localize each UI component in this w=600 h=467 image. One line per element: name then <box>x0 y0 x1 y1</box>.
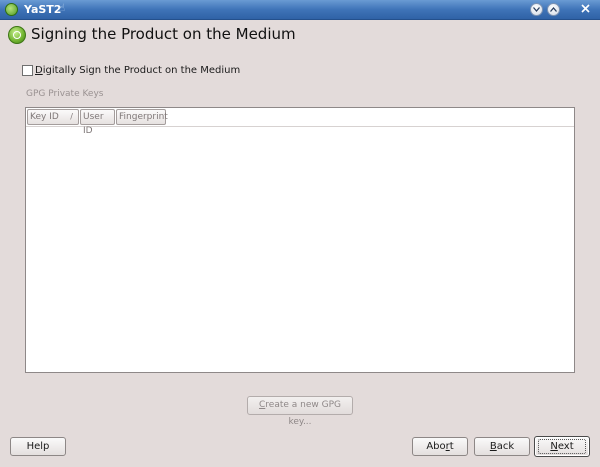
create-key-label: reate a new GPG key... <box>265 400 341 427</box>
column-header-user-id[interactable]: User ID <box>80 109 115 136</box>
hand-icon: ☝ <box>59 3 66 14</box>
close-icon <box>581 4 590 13</box>
maximize-button[interactable] <box>547 3 560 16</box>
yast-product-icon <box>8 26 26 44</box>
minimize-button[interactable] <box>530 3 543 16</box>
next-button[interactable]: Next <box>534 436 590 457</box>
column-header-label: Fingerprint <box>119 112 168 122</box>
window-titlebar[interactable]: YaST2 ☝ <box>0 0 600 20</box>
gpg-keys-group-label: GPG Private Keys <box>26 89 104 99</box>
close-button[interactable] <box>578 2 593 17</box>
back-label: ack <box>496 441 515 452</box>
back-mnemonic: B <box>489 441 497 452</box>
column-header-fingerprint[interactable]: Fingerprint <box>116 109 168 125</box>
yast-icon[interactable] <box>5 3 18 16</box>
abort-label-pre: Abo <box>426 441 446 452</box>
next-label: ext <box>557 441 574 452</box>
help-button[interactable]: Help <box>10 437 66 456</box>
sort-indicator-icon: / <box>70 112 73 121</box>
gpg-keys-table[interactable]: Key ID / User ID Fingerprint <box>25 107 575 373</box>
next-mnemonic: N <box>550 441 558 452</box>
sign-product-label-mnemonic: D <box>35 65 43 76</box>
window-title: YaST2 <box>24 3 62 16</box>
column-header-label: User ID <box>83 112 104 136</box>
chevron-down-icon <box>533 7 540 12</box>
create-gpg-key-button[interactable]: Create a new GPG key... <box>247 396 353 427</box>
chevron-up-icon <box>550 7 557 12</box>
column-header-key-id[interactable]: Key ID / <box>27 109 79 125</box>
sign-product-checkbox-label[interactable]: Digitally Sign the Product on the Medium <box>35 64 240 77</box>
column-header-label: Key ID <box>30 112 59 122</box>
table-header: Key ID / User ID Fingerprint <box>26 108 574 136</box>
page-title: Signing the Product on the Medium <box>31 25 296 43</box>
sign-product-label-text: igitally Sign the Product on the Medium <box>42 65 241 76</box>
abort-label-post: t <box>449 441 454 452</box>
back-button[interactable]: Back <box>474 437 530 456</box>
abort-button[interactable]: Abort <box>412 437 468 456</box>
sign-product-checkbox[interactable] <box>22 65 33 76</box>
